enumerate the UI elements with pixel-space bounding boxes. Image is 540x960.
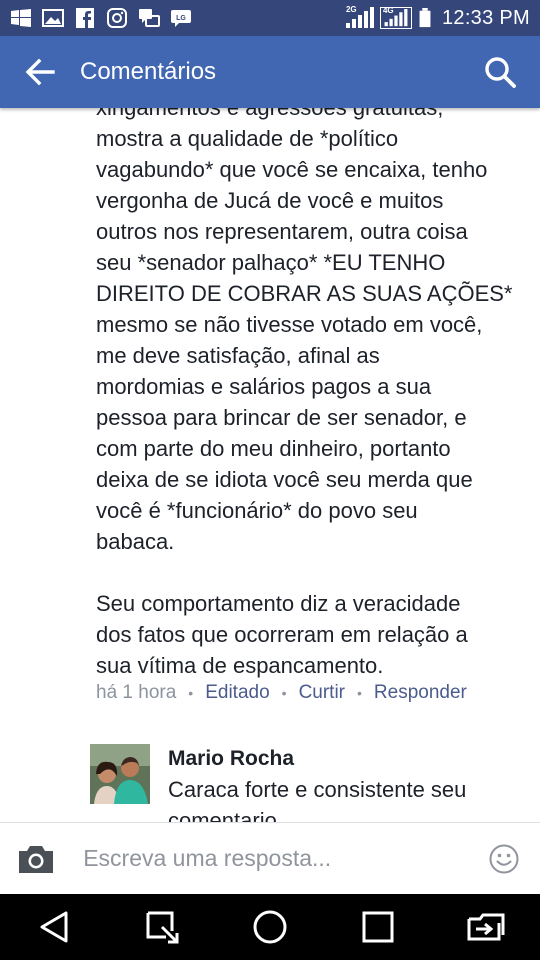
- camera-icon: [18, 845, 53, 873]
- reply-button[interactable]: Responder: [374, 682, 467, 704]
- clock: 12:33 PM: [441, 6, 530, 29]
- avatar[interactable]: [90, 744, 150, 804]
- triangle-back-icon: [40, 911, 68, 943]
- circle-home-icon: [253, 910, 287, 944]
- status-bar: LG 2G 4G 12:33 PM: [0, 0, 540, 36]
- nav-capture-button[interactable]: [132, 897, 192, 957]
- separator-dot: •: [188, 685, 194, 701]
- svg-text:LG: LG: [176, 15, 186, 22]
- camera-button[interactable]: [0, 823, 71, 895]
- nav-home-button[interactable]: [240, 897, 300, 957]
- page-title: Comentários: [80, 58, 217, 85]
- dual-window-icon: [467, 913, 505, 941]
- smiley-icon: [489, 844, 519, 873]
- reply-author-name[interactable]: Mario Rocha: [168, 744, 466, 774]
- separator-dot: •: [357, 685, 362, 701]
- nav-dual-window-button[interactable]: [456, 897, 516, 957]
- battery-icon: [418, 8, 432, 28]
- separator-dot: •: [281, 685, 287, 701]
- network-type-label: 4G: [382, 6, 394, 15]
- reply-comment: Mario Rocha Caraca forte e consistente s…: [90, 744, 530, 822]
- comment-text: xingamentos e agressões gratuitas, mostr…: [96, 108, 513, 678]
- signal-2g-icon: 2G: [345, 5, 374, 29]
- instagram-icon: [106, 8, 128, 28]
- emoji-button[interactable]: [469, 823, 540, 895]
- app-icon: LG: [170, 8, 192, 28]
- reply-input[interactable]: [83, 845, 469, 872]
- notification-icons: LG: [10, 8, 192, 28]
- network-type-label: 2G: [345, 5, 357, 14]
- nav-back-button[interactable]: [24, 897, 84, 957]
- comment-actions: há 1 hora • Editado • Curtir • Responder: [96, 682, 467, 704]
- facebook-icon: [74, 8, 96, 28]
- nav-recents-button[interactable]: [348, 897, 408, 957]
- search-icon: [485, 57, 516, 88]
- reply-text: Caraca forte e consistente seu comentari…: [168, 777, 467, 822]
- capture-icon: [146, 911, 179, 944]
- back-button[interactable]: [0, 36, 80, 108]
- comment-timestamp: há 1 hora: [96, 682, 177, 703]
- system-nav-bar: [0, 894, 540, 960]
- signal-4g-icon: 4G: [379, 6, 412, 29]
- square-recents-icon: [362, 911, 394, 943]
- like-button[interactable]: Curtir: [299, 682, 345, 704]
- windows-icon: [10, 8, 32, 28]
- comments-list[interactable]: xingamentos e agressões gratuitas, mostr…: [0, 108, 540, 822]
- messenger-icon: [138, 8, 160, 28]
- edited-link[interactable]: Editado: [205, 682, 269, 704]
- search-button[interactable]: [460, 36, 540, 108]
- gallery-icon: [42, 8, 64, 28]
- app-bar: Comentários: [0, 36, 540, 108]
- reply-composer: [0, 822, 540, 894]
- arrow-left-icon: [25, 58, 55, 86]
